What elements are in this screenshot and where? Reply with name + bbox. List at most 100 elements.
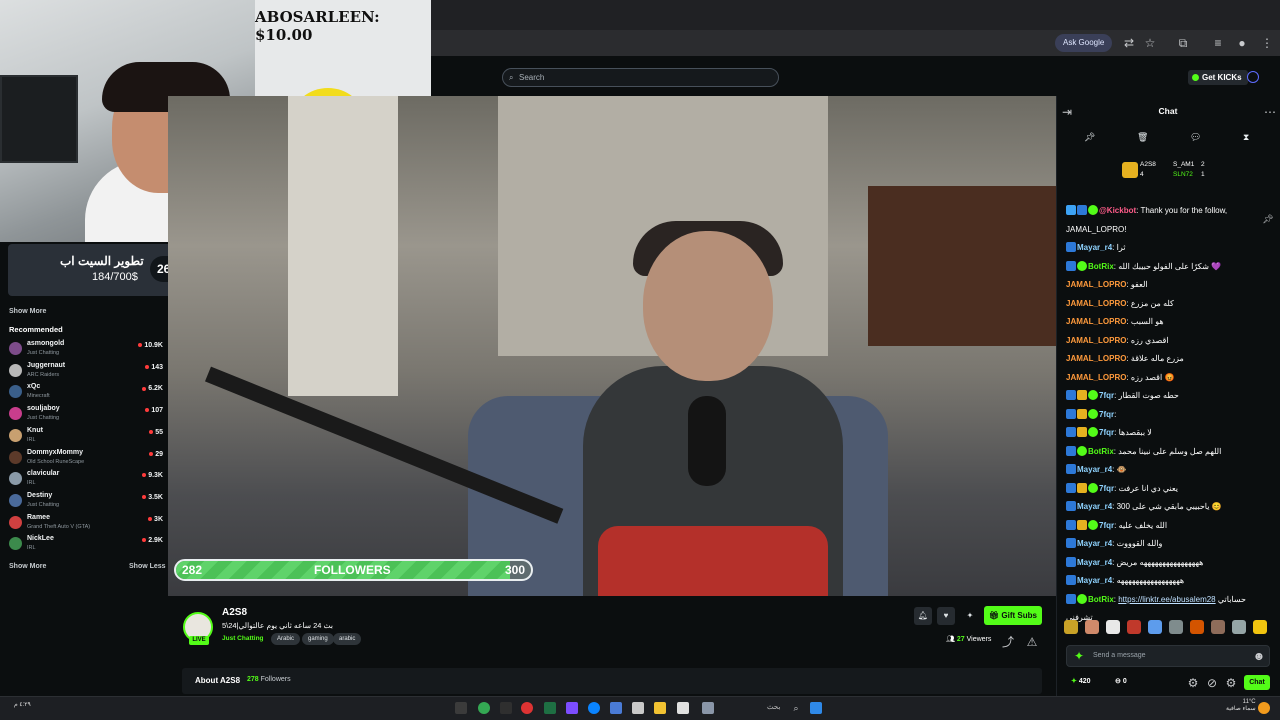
gifter-1-name[interactable]: A2S8 xyxy=(1140,161,1156,168)
search-input[interactable]: ⌕ Search xyxy=(502,68,779,87)
gifter-3-name[interactable]: SLN72 xyxy=(1173,171,1193,178)
chat-username[interactable]: Mayar_r4 xyxy=(1077,576,1112,585)
recommended-channel[interactable]: xQc Minecraft 6.2K xyxy=(9,382,163,402)
hourglass-icon[interactable]: ⧗ xyxy=(1243,132,1249,143)
chat-username[interactable]: 7fqr xyxy=(1099,391,1114,400)
stream-category[interactable]: Just Chatting xyxy=(222,635,264,642)
video-player[interactable] xyxy=(168,96,1056,596)
emoji-picker-icon[interactable]: ☻ xyxy=(1250,647,1268,665)
chat-bubble-icon[interactable]: 💬︎ xyxy=(1190,132,1201,143)
report-icon[interactable]: ⚠ xyxy=(1023,633,1041,651)
tag-arabic-lower[interactable]: arabic xyxy=(333,633,362,645)
chat-username[interactable]: @Kickbot xyxy=(1099,206,1136,215)
quick-emote-icon[interactable] xyxy=(1211,620,1225,634)
chat-username[interactable]: Mayar_r4 xyxy=(1077,465,1112,474)
recommended-channel[interactable]: DommyxMommy Old School RuneScape 29 xyxy=(9,448,163,468)
subscribe-star-icon[interactable]: ✦ xyxy=(961,607,979,625)
terminal-icon[interactable] xyxy=(500,702,512,714)
recommended-channel[interactable]: asmongold Just Chatting 10.9K xyxy=(9,339,163,359)
quick-emote-icon[interactable] xyxy=(1253,620,1267,634)
chat-username[interactable]: Mayar_r4 xyxy=(1077,502,1112,511)
quick-emote-icon[interactable] xyxy=(1064,620,1078,634)
search-icon[interactable]: ⌕ xyxy=(787,699,805,717)
chat-emote-icon[interactable]: ✦ xyxy=(1070,647,1088,665)
quick-emote-icon[interactable] xyxy=(1127,620,1141,634)
chat-username[interactable]: JAMAL_LOPRO xyxy=(1066,373,1126,382)
donation-alert: ABOSARLEEN: $10.00 xyxy=(255,8,380,44)
start-icon[interactable] xyxy=(810,702,822,714)
chat-username[interactable]: JAMAL_LOPRO xyxy=(1066,280,1126,289)
get-kicks-button[interactable]: Get KICKs xyxy=(1188,70,1248,85)
extensions-icon[interactable]: ⧉ xyxy=(1174,34,1192,52)
edge-icon[interactable] xyxy=(588,702,600,714)
gift-subs-button[interactable]: 🎁︎ Gift Subs xyxy=(984,606,1042,625)
chat-settings-icon[interactable]: ⚙ xyxy=(1184,674,1202,692)
taskbar-app-icon[interactable] xyxy=(455,702,467,714)
collapse-chat-icon[interactable]: ⇥ xyxy=(1058,103,1076,121)
excel-icon[interactable] xyxy=(544,702,556,714)
chat-send-button[interactable]: Chat xyxy=(1244,675,1270,690)
tag-arabic[interactable]: Arabic xyxy=(271,633,301,645)
taskbar-clock[interactable]: ٤:٢٩ م xyxy=(14,701,31,708)
ask-google-button[interactable]: Ask Google xyxy=(1055,34,1113,52)
browser-menu-icon[interactable]: ⋮ xyxy=(1258,34,1276,52)
chat-username[interactable]: JAMAL_LOPRO xyxy=(1066,299,1126,308)
file-explorer-icon[interactable] xyxy=(654,702,666,714)
chat-username[interactable]: 7fqr xyxy=(1099,428,1114,437)
follow-heart-icon[interactable]: ♥ xyxy=(937,607,955,625)
kicks-coin-icon[interactable] xyxy=(1247,71,1259,83)
chat-username[interactable]: 7fqr xyxy=(1099,521,1114,530)
recommended-channel[interactable]: Ramee Grand Theft Auto V (GTA) 3K xyxy=(9,513,163,533)
teams-icon[interactable] xyxy=(566,702,578,714)
chat-menu-icon[interactable]: ⋯ xyxy=(1261,103,1279,121)
recommended-channel[interactable]: Juggernaut ARC Raiders 143 xyxy=(9,361,163,381)
chat-username[interactable]: JAMAL_LOPRO xyxy=(1066,336,1126,345)
recommended-channel[interactable]: Knut IRL 55 xyxy=(9,426,163,446)
chat-username[interactable]: 7fqr xyxy=(1099,410,1114,419)
recommended-channel[interactable]: clavicular IRL 9.3K xyxy=(9,469,163,489)
delete-tool-icon[interactable]: 🗑︎ xyxy=(1137,132,1148,143)
bookmark-star-icon[interactable]: ☆ xyxy=(1141,34,1159,52)
mute-icon[interactable]: ⊘ xyxy=(1203,674,1221,692)
chat-username[interactable]: JAMAL_LOPRO xyxy=(1066,354,1126,363)
chat-username[interactable]: BotRix xyxy=(1088,447,1114,456)
taskbar-search[interactable]: بحث xyxy=(767,703,780,711)
tag-gaming[interactable]: gaming xyxy=(302,633,334,645)
show-more-following[interactable]: Show More xyxy=(9,308,46,315)
recommended-channel[interactable]: NickLee IRL 2.9K xyxy=(9,534,163,554)
share-icon[interactable]: ⤴ xyxy=(999,633,1017,651)
quick-emote-icon[interactable] xyxy=(1148,620,1162,634)
widget-icon[interactable] xyxy=(702,702,714,714)
quick-emote-icon[interactable] xyxy=(1085,620,1099,634)
pin-tool-icon[interactable]: 📌︎ xyxy=(1084,132,1095,143)
quick-emote-icon[interactable] xyxy=(1169,620,1183,634)
chat-username[interactable]: Mayar_r4 xyxy=(1077,558,1112,567)
recommended-channel[interactable]: souljaboy Just Chatting 107 xyxy=(9,404,163,424)
chat-username[interactable]: JAMAL_LOPRO xyxy=(1066,317,1126,326)
chat-username[interactable]: BotRix xyxy=(1088,262,1114,271)
quick-emote-icon[interactable] xyxy=(1232,620,1246,634)
notepad-icon[interactable] xyxy=(677,702,689,714)
show-less-recommended[interactable]: Show Less xyxy=(129,563,166,570)
recommended-channel[interactable]: Destiny Just Chatting 3.5K xyxy=(9,491,163,511)
chat-username[interactable]: 7fqr xyxy=(1099,484,1114,493)
quick-emote-icon[interactable] xyxy=(1106,620,1120,634)
browser-icon[interactable] xyxy=(521,702,533,714)
quick-emote-icon[interactable] xyxy=(1190,620,1204,634)
reading-list-icon[interactable]: ≡ xyxy=(1209,34,1227,52)
word-icon[interactable] xyxy=(610,702,622,714)
store-icon[interactable] xyxy=(632,702,644,714)
chat-message-input[interactable]: Send a message xyxy=(1066,645,1270,667)
notification-bell-icon[interactable]: 🔔︎ xyxy=(914,607,932,625)
gifter-2-name[interactable]: S_AM1 xyxy=(1173,161,1194,168)
streamer-name[interactable]: A2S8 xyxy=(222,607,247,618)
gear-icon[interactable]: ⚙ xyxy=(1222,674,1240,692)
profile-avatar-icon[interactable]: ● xyxy=(1233,34,1251,52)
chat-link[interactable]: https://linktr.ee/abusalem28 xyxy=(1118,595,1215,604)
chrome-icon[interactable] xyxy=(478,702,490,714)
chat-username[interactable]: BotRix xyxy=(1088,595,1114,604)
chat-username[interactable]: Mayar_r4 xyxy=(1077,539,1112,548)
translate-icon[interactable]: ⇄ xyxy=(1120,34,1138,52)
chat-username[interactable]: Mayar_r4 xyxy=(1077,243,1112,252)
show-more-recommended[interactable]: Show More xyxy=(9,563,46,570)
